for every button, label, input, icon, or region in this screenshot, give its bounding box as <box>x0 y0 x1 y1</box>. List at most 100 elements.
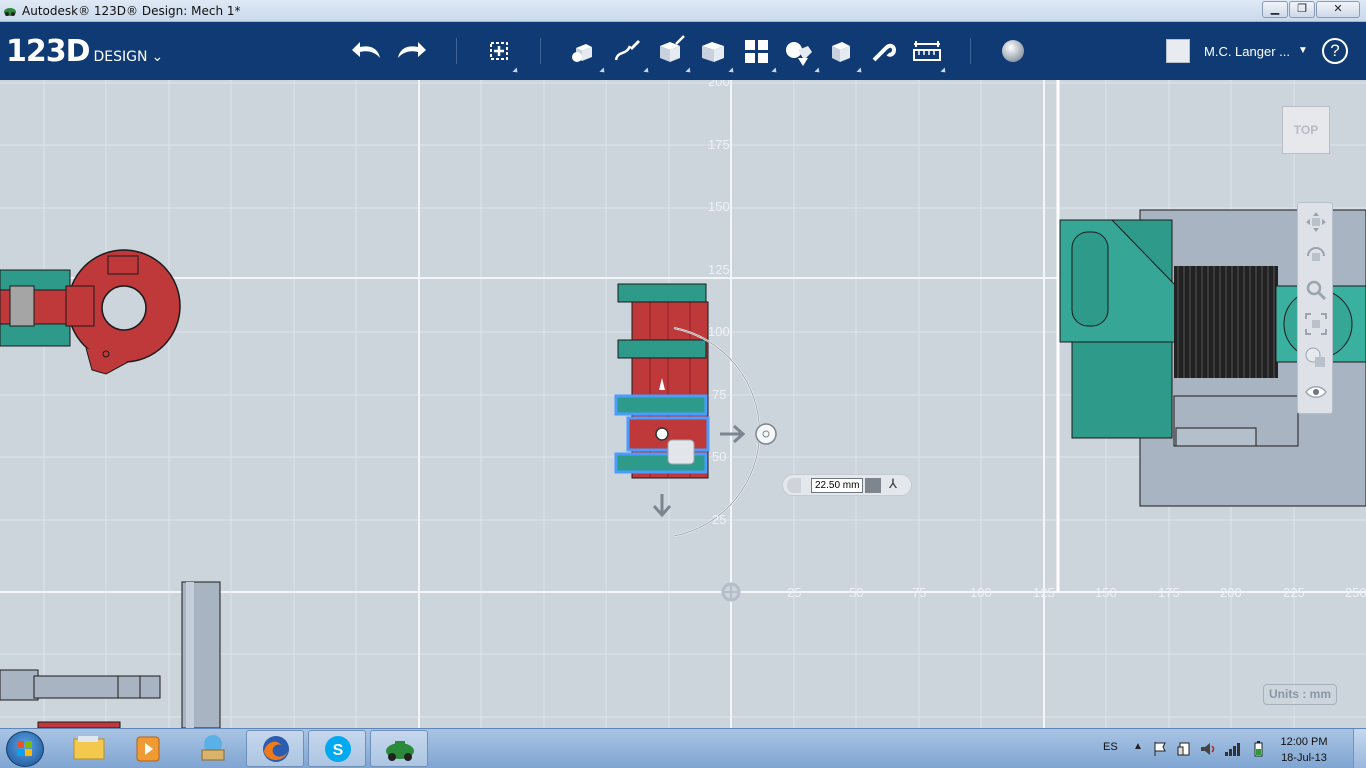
orbit-icon[interactable] <box>1303 243 1329 269</box>
window-title-bar: Autodesk® 123D® Design: Mech 1* ▁ ❐ ✕ <box>0 0 1366 22</box>
toolbar-separator <box>970 38 971 64</box>
transform-icon[interactable] <box>482 34 516 68</box>
construct-menu-arrow <box>685 67 693 75</box>
app-menu-button[interactable]: 123D DESIGN ⌄ <box>6 34 163 69</box>
toolbar-separator <box>540 38 541 64</box>
y-axis-label: 150 <box>708 199 730 214</box>
navigation-bar <box>1297 202 1333 414</box>
grey-shaft-part[interactable] <box>0 581 221 728</box>
network-signal-icon[interactable] <box>1223 740 1243 758</box>
logo-text: 123D <box>6 34 91 69</box>
main-toolbar: 123D DESIGN ⌄ M.C. Langer ... ▼ ? <box>0 22 1366 80</box>
firefox-icon <box>263 736 289 762</box>
battery-icon[interactable] <box>1249 740 1267 758</box>
avatar <box>1166 39 1190 63</box>
y-axis-label: 200 <box>708 80 730 89</box>
x-axis-label: 225 <box>1283 585 1305 600</box>
x-axis-label: 175 <box>1158 585 1180 600</box>
zoom-icon[interactable] <box>1303 277 1329 303</box>
modify-menu-arrow <box>728 67 736 75</box>
volume-icon[interactable] <box>1199 740 1217 758</box>
material-icon[interactable] <box>996 34 1030 68</box>
dimension-field-end <box>865 478 881 493</box>
group-menu-arrow <box>814 67 822 75</box>
chevron-down-icon: ⌄ <box>151 48 164 64</box>
transform-menu-arrow <box>512 67 520 75</box>
design-canvas[interactable] <box>0 80 1366 728</box>
x-axis-label: 250 <box>1345 585 1366 600</box>
y-axis-label: 50 <box>712 449 727 464</box>
pattern-icon[interactable] <box>740 34 774 68</box>
snap-toggle-icon[interactable]: ⅄ <box>889 476 897 492</box>
x-axis-label: 150 <box>1095 585 1117 600</box>
y-axis-label: 25 <box>712 512 727 527</box>
undo-icon[interactable] <box>350 34 384 68</box>
chevron-down-icon: ▼ <box>1298 45 1308 56</box>
dimension-field[interactable] <box>811 478 863 493</box>
measure-menu-arrow <box>940 67 948 75</box>
red-gear-part[interactable] <box>0 249 181 375</box>
taskbar-app-explorer[interactable] <box>60 730 118 767</box>
skype-icon: S <box>325 736 351 762</box>
123d-design-icon <box>386 741 414 761</box>
windows-logo-icon <box>17 741 32 756</box>
y-axis-label: 75 <box>712 387 727 402</box>
combine-menu-arrow <box>856 67 864 75</box>
user-name: M.C. Langer ... <box>1204 44 1290 59</box>
taskbar-app-123d-design[interactable] <box>370 730 428 767</box>
y-axis-label: 100 <box>708 324 730 339</box>
start-button[interactable] <box>6 731 44 767</box>
app-icon <box>4 8 16 16</box>
taskbar-app-skype[interactable]: S <box>308 730 366 767</box>
y-axis-label: 125 <box>708 262 730 277</box>
show-desktop-button[interactable] <box>1353 729 1366 768</box>
group-icon[interactable] <box>782 34 816 68</box>
maximize-button[interactable]: ❐ <box>1289 1 1315 18</box>
view-mode-icon[interactable] <box>1303 345 1329 371</box>
device-icon[interactable] <box>1175 740 1193 758</box>
sketch-icon[interactable] <box>610 34 644 68</box>
pattern-menu-arrow <box>771 67 779 75</box>
pan-icon[interactable] <box>1303 209 1329 235</box>
taskbar-app-firefox[interactable] <box>246 730 304 767</box>
redo-icon[interactable] <box>394 34 428 68</box>
x-axis-label: 125 <box>1033 585 1055 600</box>
close-button[interactable]: ✕ <box>1316 1 1360 18</box>
visibility-icon[interactable] <box>1303 379 1329 405</box>
svg-text:S: S <box>333 742 344 759</box>
toolbar-separator <box>456 38 457 64</box>
minimize-button[interactable]: ▁ <box>1262 1 1288 18</box>
logo-subtext: DESIGN <box>93 49 148 65</box>
x-axis-label: 100 <box>970 585 992 600</box>
clock-date: 18-Jul-13 <box>1281 752 1327 764</box>
clock[interactable]: 12:00 PM 18-Jul-13 <box>1268 734 1340 766</box>
primitives-icon[interactable] <box>566 34 600 68</box>
selected-part[interactable] <box>614 283 710 479</box>
media-player-icon <box>136 736 160 762</box>
x-axis-label: 25 <box>787 585 802 600</box>
units-button[interactable]: Units : mm <box>1263 684 1337 705</box>
combine-icon[interactable] <box>824 34 858 68</box>
drag-handle[interactable] <box>787 478 801 493</box>
x-axis-label: 200 <box>1220 585 1242 600</box>
show-hidden-icons-icon[interactable]: ▲ <box>1133 741 1143 752</box>
primitives-menu-arrow <box>599 67 607 75</box>
windows-taskbar: S ES ▲ 12:00 PM 18-Jul-13 <box>0 728 1366 768</box>
help-button[interactable]: ? <box>1322 38 1348 64</box>
construct-icon[interactable] <box>654 34 688 68</box>
windows-explorer-icon <box>73 736 105 760</box>
action-center-flag-icon[interactable] <box>1151 740 1169 758</box>
fit-icon[interactable] <box>1303 311 1329 337</box>
x-axis-label: 75 <box>912 585 927 600</box>
modify-icon[interactable] <box>696 34 730 68</box>
view-cube[interactable]: TOP <box>1282 106 1330 154</box>
view-cube-label: TOP <box>1293 123 1319 137</box>
taskbar-app-media-player[interactable] <box>120 730 178 767</box>
3d-viewport[interactable]: 200 175 150 125 100 75 50 25 25 50 75 10… <box>0 80 1366 728</box>
taskbar-app-installer[interactable] <box>184 730 242 767</box>
installer-icon <box>201 735 225 761</box>
measure-icon[interactable] <box>910 34 944 68</box>
language-indicator[interactable]: ES <box>1103 741 1118 753</box>
y-axis-label: 175 <box>708 137 730 152</box>
snap-icon[interactable] <box>866 34 900 68</box>
